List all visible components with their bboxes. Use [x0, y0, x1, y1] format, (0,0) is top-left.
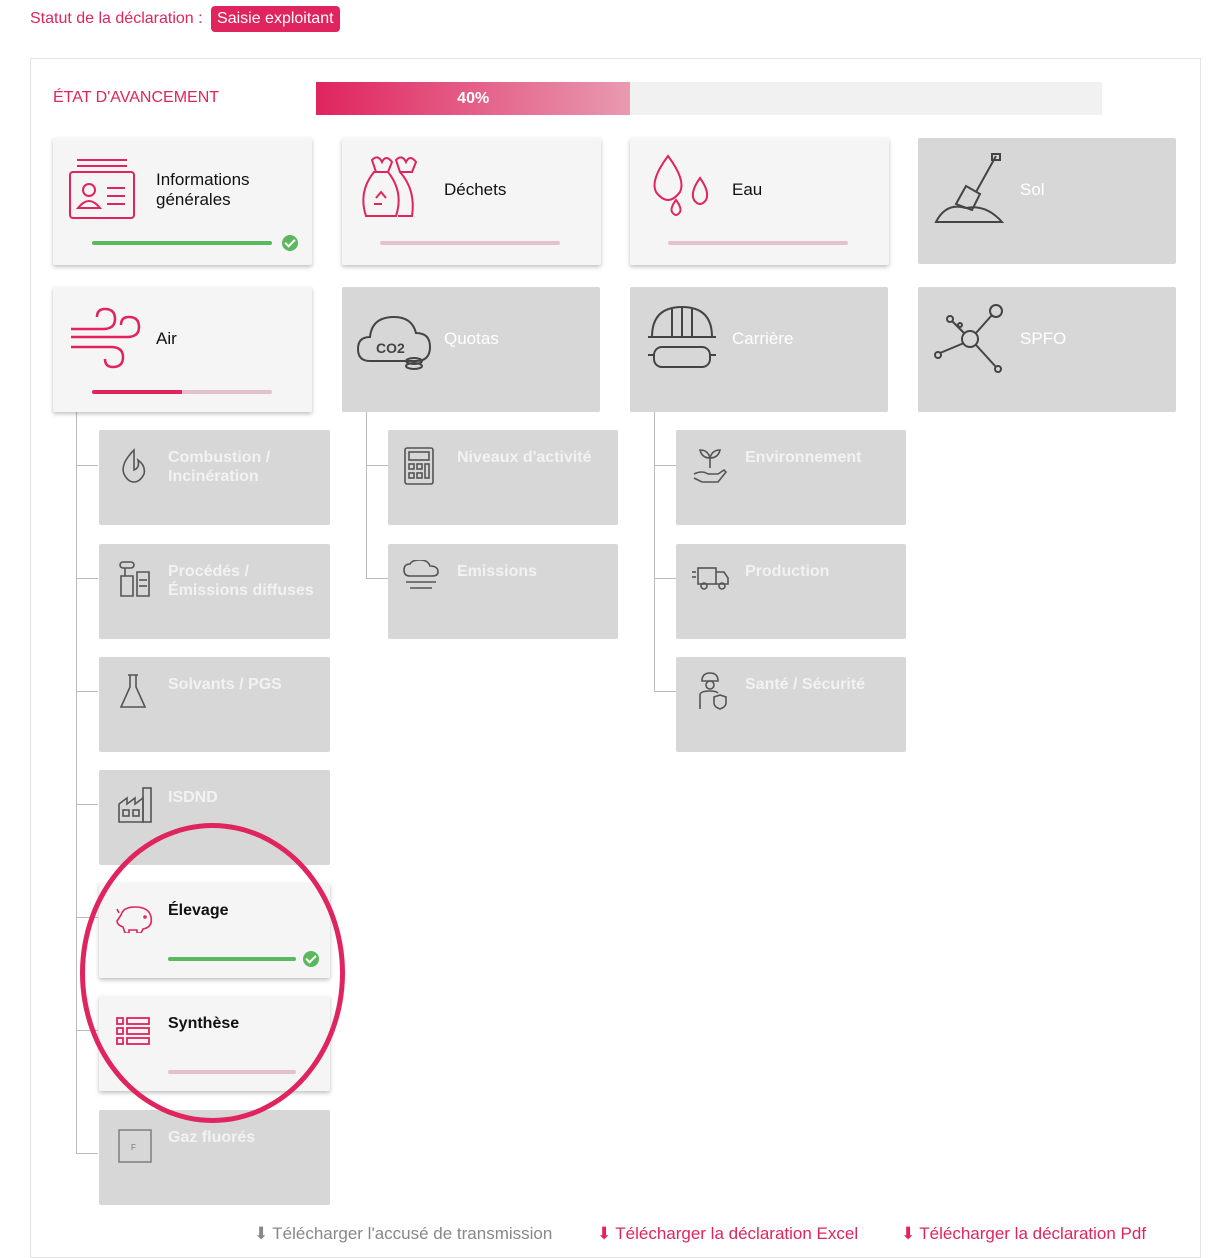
subcard-production[interactable]: Production	[676, 544, 906, 639]
subcard-procedes[interactable]: Procédés / Émissions diffuses	[99, 544, 330, 639]
carriere-tree-line	[654, 412, 655, 691]
molecule-icon	[934, 304, 1003, 373]
card-quotas[interactable]: CO2 Quotas	[342, 287, 600, 412]
card-sol[interactable]: Sol	[918, 138, 1176, 264]
progress-bar: 40%	[316, 82, 1102, 115]
card-label: SPFO	[1020, 329, 1067, 348]
card-label: Sol	[1020, 180, 1045, 199]
cloud-emission-icon	[403, 560, 439, 589]
id-card-icon	[69, 159, 135, 219]
card-label: Quotas	[444, 329, 499, 348]
subcard-label: Gaz fluorés	[168, 1129, 256, 1146]
subcard-label: Emissions	[457, 563, 538, 580]
card-label: Air	[156, 329, 177, 348]
declaration-status: Statut de la déclaration : Saisie exploi…	[30, 6, 340, 32]
highlight-ellipse	[80, 823, 345, 1123]
calculator-icon	[404, 447, 434, 485]
download-pdf-link[interactable]: ⬇ Télécharger la déclaration Pdf	[901, 1224, 1146, 1244]
subcard-niveaux-activite[interactable]: Niveaux d'activité	[388, 430, 618, 525]
card-dechets[interactable]: Déchets	[342, 138, 601, 265]
card-air[interactable]: Air	[53, 287, 312, 412]
subcard-combustion-incineration[interactable]: Combustion / Incinération	[99, 430, 330, 525]
subcard-label: Niveaux d'activité	[457, 449, 592, 466]
link-label: Télécharger l'accusé de transmission	[272, 1224, 553, 1243]
subcard-label: Santé / Sécurité	[745, 676, 866, 693]
tree-branch	[654, 465, 676, 466]
truck-icon	[692, 567, 729, 590]
tree-branch	[76, 465, 98, 466]
subcard-label: Production	[745, 563, 830, 580]
card-label: Déchets	[444, 180, 507, 199]
link-label: Télécharger la déclaration Pdf	[919, 1224, 1147, 1243]
tree-branch	[366, 465, 388, 466]
tree-branch	[76, 1153, 98, 1154]
card-carriere[interactable]: Carrière	[630, 287, 888, 412]
wind-icon	[71, 307, 141, 369]
download-icon: ⬇	[597, 1224, 612, 1243]
download-icon: ⬇	[901, 1224, 916, 1243]
status-label: Statut de la déclaration :	[30, 10, 203, 28]
card-label: Eau	[732, 180, 763, 199]
download-accuse-link[interactable]: ⬇ Télécharger l'accusé de transmission	[254, 1224, 552, 1244]
air-tree-line	[76, 412, 77, 1154]
svg-text:CO2: CO2	[376, 340, 405, 356]
check-icon	[282, 235, 298, 251]
subcard-label: Procédés / Émissions diffuses	[168, 563, 314, 599]
tree-branch	[76, 804, 98, 805]
progress-label: ÉTAT D'AVANCEMENT	[53, 89, 220, 106]
hand-plant-icon	[693, 449, 728, 483]
tree-branch	[76, 691, 98, 692]
card-progress-bar	[380, 241, 560, 245]
card-progress-bar	[92, 390, 272, 394]
download-excel-link[interactable]: ⬇ Télécharger la déclaration Excel	[597, 1224, 858, 1244]
flask-icon	[119, 674, 147, 708]
quotas-tree-line	[366, 412, 367, 578]
subcard-emissions[interactable]: Emissions	[388, 544, 618, 639]
subcard-gaz-fluores[interactable]: F Gaz fluorés	[99, 1110, 330, 1205]
factory-process-icon	[119, 561, 150, 597]
card-spfo[interactable]: SPFO	[918, 287, 1176, 412]
card-eau[interactable]: Eau	[630, 138, 889, 265]
subcard-label: ISDND	[168, 789, 218, 806]
download-icon: ⬇	[254, 1224, 269, 1243]
subcard-label: Environnement	[745, 449, 862, 466]
water-drops-icon	[653, 154, 709, 216]
tree-branch	[366, 578, 388, 579]
progress-fill: 40%	[316, 82, 631, 115]
card-progress-bar	[668, 241, 848, 245]
worker-shield-icon	[699, 672, 727, 710]
subcard-solvants-pgs[interactable]: Solvants / PGS	[99, 657, 330, 752]
tree-branch	[76, 578, 98, 579]
svg-text:F: F	[131, 1143, 136, 1152]
link-label: Télécharger la déclaration Excel	[615, 1224, 859, 1243]
card-label: Carrière	[732, 329, 794, 348]
waste-bags-icon	[362, 156, 418, 217]
status-badge: Saisie exploitant	[211, 6, 340, 32]
helmet-goggles-icon	[648, 305, 716, 368]
tree-branch	[654, 691, 676, 692]
subcard-environnement[interactable]: Environnement	[676, 430, 906, 525]
tree-branch	[654, 578, 676, 579]
shovel-soil-icon	[934, 153, 1005, 223]
subcard-label: Combustion / Incinération	[168, 449, 271, 485]
co2-cloud-icon: CO2	[356, 315, 432, 370]
flame-icon	[122, 448, 146, 483]
subcard-sante-securite[interactable]: Santé / Sécurité	[676, 657, 906, 752]
element-tile-icon: F	[118, 1129, 152, 1163]
progress-value: 40%	[457, 89, 490, 107]
card-informations-generales[interactable]: Informations générales	[53, 138, 312, 265]
plant-building-icon	[118, 787, 152, 823]
card-label: Informations générales	[156, 170, 250, 209]
subcard-label: Solvants / PGS	[168, 676, 282, 693]
card-progress-bar	[92, 241, 272, 245]
